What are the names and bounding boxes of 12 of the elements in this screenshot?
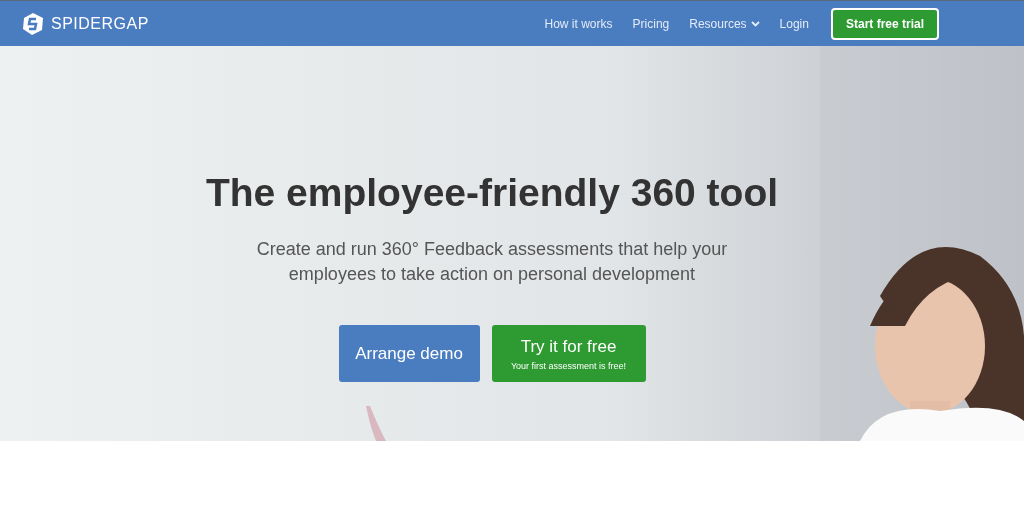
nav-link[interactable]: Pricing [622,16,680,31]
demo-button[interactable]: Arrange demo [338,325,480,382]
nav-link[interactable]: Login [769,16,819,31]
chevron-down-icon [750,20,760,27]
dropdown-link[interactable]: Resources [679,16,770,31]
start-trial-button[interactable]: Start free trial [830,7,939,40]
hero-title: The employee-friendly 360 tool [205,171,779,215]
try-free-button[interactable]: Try it for free Your first assessment is free! [491,325,646,382]
logo-text: SPIDERGAP [51,14,149,33]
nav-link[interactable]: How it works [534,16,623,31]
hero-subtitle: Create and run 360° Feedback assessments that help your employees to take action on personal development [255,238,729,286]
logo-icon [22,11,44,36]
